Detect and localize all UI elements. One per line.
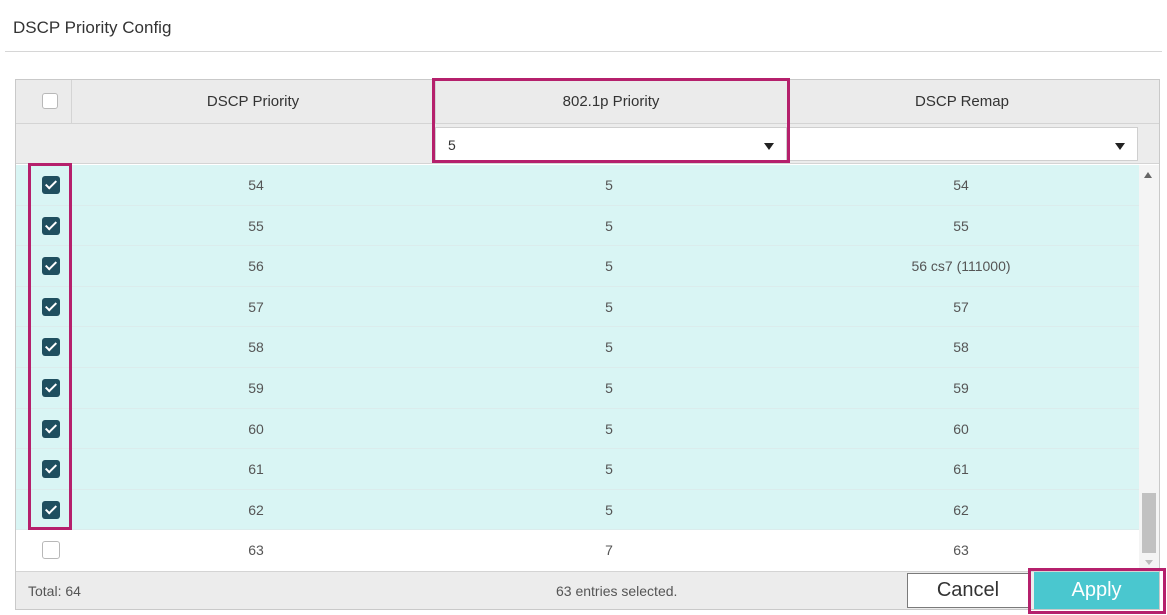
dscp-value: 57 xyxy=(248,298,264,315)
priority-value: 7 xyxy=(605,542,613,559)
dscp-value: 56 xyxy=(248,258,264,275)
column-header-dscp-priority[interactable]: DSCP Priority xyxy=(71,80,435,124)
row-checkbox[interactable] xyxy=(42,460,60,479)
priority-value: 5 xyxy=(605,298,613,315)
row-checkbox[interactable] xyxy=(42,257,60,276)
table-row[interactable]: 57 5 57 xyxy=(16,286,1139,328)
remap-value: 58 xyxy=(953,339,969,356)
filter-row: 5 xyxy=(16,124,1159,164)
priority-value: 5 xyxy=(605,461,613,478)
page-title: DSCP Priority Config xyxy=(13,18,172,37)
panel-header: DSCP Priority Config xyxy=(5,8,1162,52)
row-checkbox[interactable] xyxy=(42,297,60,316)
remap-value: 63 xyxy=(953,542,969,559)
table-row[interactable]: 63 7 63 xyxy=(16,530,1139,571)
remap-value: 61 xyxy=(953,461,969,478)
cancel-button[interactable]: Cancel xyxy=(907,573,1029,608)
table-body: 54 5 54 55 5 55 56 5 56 cs7 (111000) 57 … xyxy=(16,165,1139,571)
dscp-value: 55 xyxy=(248,217,264,234)
row-checkbox[interactable] xyxy=(42,216,60,235)
apply-button[interactable]: Apply xyxy=(1034,572,1159,609)
table-row[interactable]: 58 5 58 xyxy=(16,327,1139,368)
priority-value: 5 xyxy=(605,501,613,518)
table-row[interactable]: 62 5 62 xyxy=(16,489,1139,531)
dscp-value: 54 xyxy=(248,177,264,193)
dscp-value: 60 xyxy=(248,420,264,437)
row-checkbox[interactable] xyxy=(42,541,60,560)
scroll-down-arrow-icon[interactable] xyxy=(1145,560,1153,565)
dscp-value: 58 xyxy=(248,339,264,356)
dscp-priority-table: DSCP Priority 802.1p Priority DSCP Remap… xyxy=(15,79,1160,610)
row-checkbox[interactable] xyxy=(42,419,60,438)
column-header-8021p-priority[interactable]: 802.1p Priority xyxy=(435,80,787,124)
priority-value: 5 xyxy=(605,217,613,234)
row-checkbox[interactable] xyxy=(42,379,60,397)
table-row[interactable]: 55 5 55 xyxy=(16,205,1139,247)
remap-value: 59 xyxy=(953,380,969,396)
dscp-value: 59 xyxy=(248,380,264,396)
dropdown-arrow-icon xyxy=(764,143,774,150)
table-header: DSCP Priority 802.1p Priority DSCP Remap xyxy=(16,80,1159,124)
row-checkbox[interactable] xyxy=(42,338,60,357)
row-checkbox[interactable] xyxy=(42,500,60,519)
remap-value: 55 xyxy=(953,217,969,234)
scrollbar-thumb[interactable] xyxy=(1142,493,1156,553)
table-row[interactable]: 59 5 59 xyxy=(16,368,1139,409)
total-count: Total: 64 xyxy=(28,583,81,599)
dscp-value: 61 xyxy=(248,461,264,478)
remap-value: 54 xyxy=(953,177,969,193)
selected-count: 63 entries selected. xyxy=(556,583,678,599)
remap-value: 62 xyxy=(953,501,969,518)
priority-select[interactable]: 5 xyxy=(435,127,787,161)
scroll-up-arrow-icon[interactable] xyxy=(1144,172,1152,178)
table-row[interactable]: 54 5 54 xyxy=(16,165,1139,206)
remap-value: 57 xyxy=(953,298,969,315)
dscp-value: 62 xyxy=(248,501,264,518)
priority-value: 5 xyxy=(605,258,613,275)
table-row[interactable]: 56 5 56 cs7 (111000) xyxy=(16,246,1139,287)
remap-value: 60 xyxy=(953,420,969,437)
priority-value: 5 xyxy=(605,420,613,437)
row-checkbox[interactable] xyxy=(42,176,60,194)
table-row[interactable]: 60 5 60 xyxy=(16,408,1139,450)
priority-value: 5 xyxy=(605,380,613,396)
column-header-dscp-remap[interactable]: DSCP Remap xyxy=(787,80,1137,124)
dropdown-arrow-icon xyxy=(1115,143,1125,150)
remap-select[interactable] xyxy=(787,127,1138,161)
table-row[interactable]: 61 5 61 xyxy=(16,449,1139,490)
priority-select-value: 5 xyxy=(448,137,456,153)
priority-value: 5 xyxy=(605,177,613,193)
remap-value: 56 cs7 (111000) xyxy=(911,258,1011,275)
priority-value: 5 xyxy=(605,339,613,356)
dscp-value: 63 xyxy=(248,542,264,559)
select-all-checkbox[interactable] xyxy=(42,93,58,109)
vertical-scrollbar[interactable] xyxy=(1139,165,1159,571)
